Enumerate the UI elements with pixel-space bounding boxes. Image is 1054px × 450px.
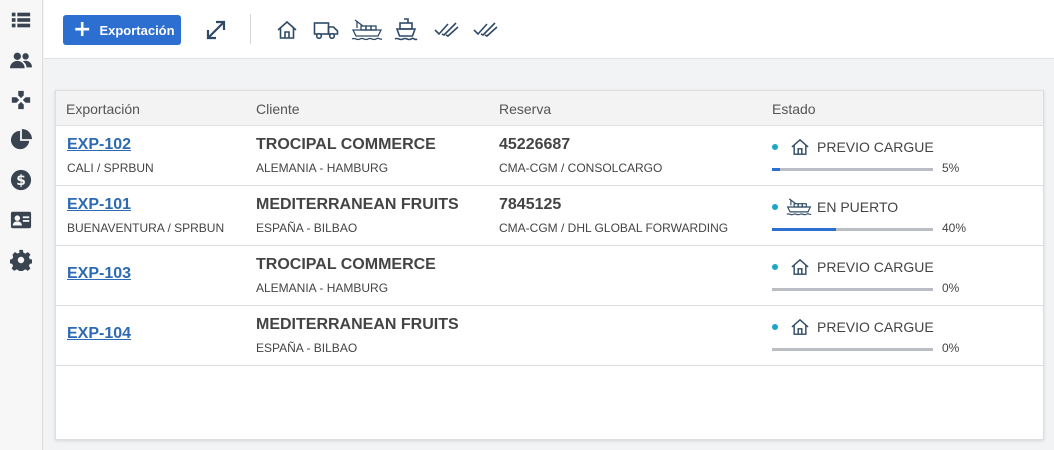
- client-destination: ESPAÑA - BILBAO: [256, 341, 358, 355]
- export-code-link[interactable]: EXP-101: [67, 196, 131, 214]
- progress-bar: [772, 288, 933, 291]
- progress-bar: [772, 168, 933, 171]
- modules-icon[interactable]: [9, 88, 33, 112]
- new-export-label: Exportación: [99, 22, 175, 38]
- status-label: PREVIO CARGUE: [817, 319, 934, 335]
- progress-fill: [772, 168, 781, 171]
- progress-bar: [772, 348, 933, 351]
- house-icon: [790, 318, 810, 336]
- users-icon[interactable]: [9, 48, 33, 72]
- expand-icon[interactable]: [201, 16, 231, 44]
- port-icon[interactable]: [350, 16, 384, 44]
- table-header: Exportación Cliente Reserva Estado: [56, 91, 1043, 126]
- progress-percent: 5%: [942, 161, 960, 175]
- export-code-link[interactable]: EXP-104: [67, 325, 131, 343]
- double-check-icon[interactable]: [471, 16, 501, 44]
- dollar-icon[interactable]: $: [9, 168, 33, 192]
- new-export-button[interactable]: + Exportación: [63, 15, 181, 45]
- house-icon[interactable]: [272, 16, 302, 44]
- status-label: EN PUERTO: [817, 199, 899, 215]
- status-label: PREVIO CARGUE: [817, 259, 934, 275]
- list-icon[interactable]: [9, 8, 33, 32]
- toolbar: + Exportación: [44, 0, 1054, 59]
- status-label: PREVIO CARGUE: [817, 139, 934, 155]
- progress-percent: 40%: [942, 221, 967, 235]
- progress-fill: [772, 228, 837, 231]
- contact-card-icon[interactable]: [9, 208, 33, 232]
- house-icon: [790, 258, 810, 276]
- table-row[interactable]: EXP-102 CALI / SPRBUN TROCIPAL COMMERCE …: [56, 126, 1043, 186]
- booking-carrier: CMA-CGM / CONSOLCARGO: [499, 161, 663, 175]
- client-destination: ALEMANIA - HAMBURG: [256, 161, 389, 175]
- col-header-estado[interactable]: Estado: [772, 101, 816, 117]
- table-row[interactable]: EXP-101 BUENAVENTURA / SPRBUN MEDITERRAN…: [56, 186, 1043, 246]
- client-name: MEDITERRANEAN FRUITS: [256, 196, 459, 213]
- sidebar: $: [0, 0, 43, 450]
- truck-icon[interactable]: [311, 16, 341, 44]
- booking-number: 45226687: [499, 136, 571, 153]
- col-header-reserva[interactable]: Reserva: [499, 101, 551, 117]
- toolbar-divider: [250, 14, 251, 44]
- booking-number: 7845125: [499, 196, 562, 213]
- svg-text:$: $: [16, 173, 26, 189]
- export-route: BUENAVENTURA / SPRBUN: [67, 221, 225, 235]
- client-name: TROCIPAL COMMERCE: [256, 136, 436, 153]
- client-destination: ESPAÑA - BILBAO: [256, 221, 358, 235]
- booking-carrier: CMA-CGM / DHL GLOBAL FORWARDING: [499, 221, 729, 235]
- progress-percent: 0%: [942, 281, 960, 295]
- export-code-link[interactable]: EXP-103: [67, 265, 131, 283]
- progress-bar: [772, 228, 933, 231]
- status-dot: [772, 144, 778, 150]
- gear-icon[interactable]: [9, 248, 33, 272]
- port-icon: [786, 197, 812, 216]
- progress-percent: 0%: [942, 341, 960, 355]
- status-dot: [772, 324, 778, 330]
- status-dot: [772, 204, 778, 210]
- double-check-icon[interactable]: [432, 16, 462, 44]
- status-dot: [772, 264, 778, 270]
- export-route: CALI / SPRBUN: [67, 161, 154, 175]
- ship-icon[interactable]: [391, 16, 421, 44]
- client-destination: ALEMANIA - HAMBURG: [256, 281, 389, 295]
- col-header-cliente[interactable]: Cliente: [256, 101, 300, 117]
- col-header-exportacion[interactable]: Exportación: [66, 101, 140, 117]
- pie-chart-icon[interactable]: [9, 128, 33, 152]
- plus-icon: +: [73, 17, 92, 42]
- table-row[interactable]: EXP-104 MEDITERRANEAN FRUITS ESPAÑA - BI…: [56, 306, 1043, 366]
- table-row[interactable]: EXP-103 TROCIPAL COMMERCE ALEMANIA - HAM…: [56, 246, 1043, 306]
- export-code-link[interactable]: EXP-102: [67, 136, 131, 154]
- exports-table: Exportación Cliente Reserva Estado EXP-1…: [55, 90, 1044, 440]
- client-name: TROCIPAL COMMERCE: [256, 256, 436, 273]
- house-icon: [790, 138, 810, 156]
- client-name: MEDITERRANEAN FRUITS: [256, 316, 459, 333]
